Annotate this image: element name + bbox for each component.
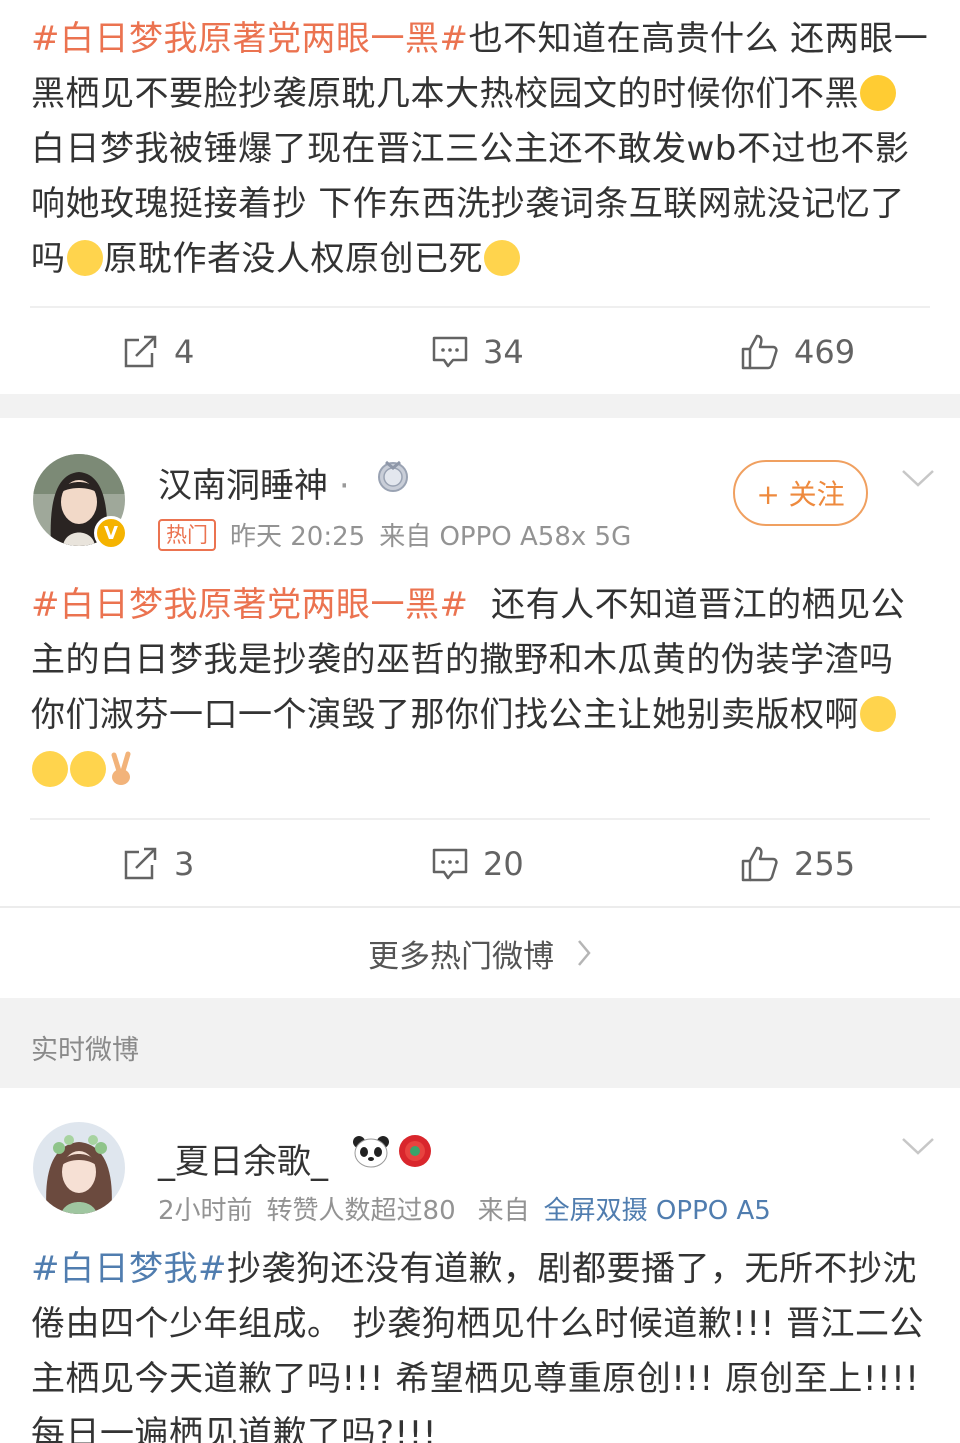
comment-count: 20 [483,845,524,883]
laugh-cry-emoji-icon [32,751,68,787]
divider [30,306,930,308]
post-meta: 2小时前 转赞人数超过80 来自 全屏双摄 OPPO A5 [158,1190,771,1227]
panda-icon [353,1136,389,1168]
repost-count: 4 [174,333,195,371]
post-text: #白日梦我原著党两眼一黑#也不知道在高贵什么 还两眼一黑栖见不要脸抄袭原耽几本大… [31,12,931,287]
fear-emoji-icon [66,240,103,276]
realtime-section-header: 实时微博 [0,998,960,1088]
repost-icon [124,847,157,880]
repost-count: 3 [174,845,195,883]
comment-icon [432,336,468,368]
username[interactable]: _夏日余歌_ [158,1134,328,1183]
medal-icon [378,460,408,492]
like-icon [741,334,778,370]
post-card-1: #白日梦我原著党两眼一黑#也不知道在高贵什么 还两眼一黑栖见不要脸抄袭原耽几本大… [0,0,960,394]
section-title: 实时微博 [31,1035,139,1066]
post-text-segment: 原耽作者没人权原创已死 [103,239,483,279]
follow-button[interactable]: + 关注 [733,460,868,526]
post-source[interactable]: 全屏双摄 OPPO A5 [544,1190,771,1227]
topic-link[interactable]: #白日梦我原著党两眼一黑# [31,19,468,59]
comment-icon [432,848,468,880]
laugh-cry-emoji-icon [70,751,106,787]
like-count: 255 [794,845,856,883]
tongue-emoji-icon [860,75,896,111]
chevron-down-icon[interactable] [900,466,936,490]
repost-button[interactable]: 3 [122,824,194,904]
repost-note: 转赞人数超过80 [266,1196,456,1226]
more-hot-label: 更多热门微博 [368,938,554,975]
chevron-down-icon[interactable] [900,1134,936,1158]
post-text: #白日梦我原著党两眼一黑# 还有人不知道晋江的栖见公主的白日梦我是抄袭的巫哲的撒… [31,578,931,798]
fear-emoji-icon [484,240,520,276]
more-hot-posts-link[interactable]: 更多热门微博 [0,906,960,998]
comment-count: 34 [483,333,524,371]
post-time: 2小时前 [158,1196,253,1226]
repost-button[interactable]: 4 [122,312,194,392]
like-count: 469 [794,333,856,371]
post-meta: 热门 昨天 20:25 来自 OPPO A58x 5G [158,516,631,553]
avatar[interactable] [33,1122,125,1214]
username[interactable]: 汉南洞睡神 · [158,458,350,507]
username-text: 汉南洞睡神 [158,466,328,506]
post-card-2: V 汉南洞睡神 · 热门 昨天 20:25 来自 OPPO A58x 5G + … [0,418,960,906]
comment-button[interactable]: 20 [431,824,524,904]
repost-icon [124,335,157,368]
flower-icon [399,1135,431,1167]
action-bar: 4 34 469 [0,312,960,392]
action-bar: 3 20 255 [0,824,960,904]
like-icon [741,846,778,882]
post-text: #白日梦我#抄袭狗还没有道歉，剧都要播了，无所不抄沈倦由四个少年组成。 抄袭狗栖… [31,1242,931,1443]
post-time: 昨天 20:25 [230,522,366,552]
username-separator: · [338,466,350,506]
topic-link[interactable]: #白日梦我原著党两眼一黑# [31,585,468,625]
laugh-cry-emoji-icon [860,696,896,732]
like-button[interactable]: 255 [740,824,855,904]
hot-badge: 热门 [158,518,216,551]
verified-badge-icon: V [94,516,128,550]
post-card-3: _夏日余歌_ 2小时前 转赞人数超过80 来自 全屏双摄 OPPO A5 #白日… [0,1088,960,1443]
topic-link[interactable]: #白日梦我# [31,1249,227,1289]
post-source: 来自 OPPO A58x 5G [379,522,632,552]
divider [30,818,930,820]
chevron-right-icon [578,940,591,966]
source-prefix: 来自 [477,1196,530,1226]
comment-button[interactable]: 34 [431,312,524,392]
victory-hand-icon [108,749,136,785]
like-button[interactable]: 469 [740,312,855,392]
username-text: _夏日余歌_ [158,1142,328,1182]
